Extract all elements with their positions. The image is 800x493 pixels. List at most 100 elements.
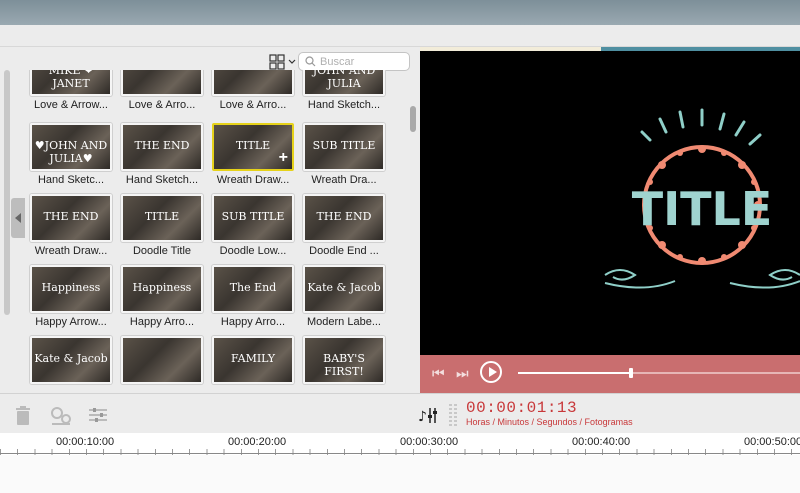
thumbnail-title-text: FAMILY <box>230 352 276 365</box>
title-template-tile[interactable]: TITLE + Wreath Draw... <box>210 123 296 191</box>
template-thumbnail[interactable]: Kate & Jacob <box>30 336 112 384</box>
thumbnail-title-text: THE END <box>43 210 99 223</box>
preview-viewer: TITLE <box>420 47 800 355</box>
title-template-tile[interactable]: SUB TITLE Wreath Dra... <box>301 123 387 191</box>
title-template-tile[interactable]: FAMILY <box>210 336 296 390</box>
search-icon <box>305 56 316 67</box>
ruler-label: 00:00:50:00 <box>744 436 800 448</box>
template-label: Modern Labe... <box>307 316 381 328</box>
titles-grid: MIKE ❤ JANET Love & Arrow... Love & Arro..… <box>28 70 408 390</box>
thumbnail-title-text: SUB TITLE <box>312 139 376 152</box>
template-thumbnail[interactable]: Happiness <box>30 265 112 313</box>
template-thumbnail[interactable]: THE END <box>30 194 112 242</box>
search-box[interactable] <box>298 52 410 71</box>
left-scrollbar[interactable] <box>4 70 10 315</box>
title-template-tile[interactable]: THE END Doodle End ... <box>301 194 387 262</box>
collapse-panel-button[interactable] <box>11 198 25 238</box>
desktop-background <box>0 0 800 25</box>
seek-bar[interactable] <box>518 368 800 378</box>
title-template-tile[interactable]: Love & Arro... <box>119 70 205 116</box>
template-thumbnail[interactable]: Happiness <box>121 265 203 313</box>
title-template-tile[interactable]: THE END Wreath Draw... <box>28 194 114 262</box>
skip-back-icon[interactable]: ⏮ <box>432 365 445 382</box>
template-label: Wreath Dra... <box>311 174 377 186</box>
title-template-tile[interactable]: THE END Hand Sketch... <box>119 123 205 191</box>
template-label: Hand Sketch... <box>307 99 381 111</box>
template-thumbnail[interactable]: MIKE ❤ JANET <box>30 70 112 96</box>
template-label: Love & Arro... <box>219 99 287 111</box>
template-label: Happy Arro... <box>220 316 286 328</box>
template-thumbnail[interactable]: SUB TITLE <box>212 194 294 242</box>
template-thumbnail[interactable]: BABY'S FIRST! <box>303 336 385 384</box>
thumbnail-title-text: TITLE <box>144 210 180 223</box>
preview-top-accent <box>601 47 800 51</box>
view-mode-button[interactable] <box>268 53 298 71</box>
template-label: Happy Arro... <box>129 316 195 328</box>
add-icon[interactable]: + <box>279 150 288 166</box>
title-template-tile[interactable] <box>119 336 205 390</box>
grid-view-icon <box>269 54 296 70</box>
template-thumbnail[interactable]: ♥JOHN AND JULIA♥ <box>30 123 112 171</box>
template-thumbnail[interactable]: JOHN AND JULIA <box>303 70 385 96</box>
template-thumbnail[interactable]: TITLE <box>121 194 203 242</box>
thumbnail-title-text: THE END <box>134 139 190 152</box>
timeline-track-area[interactable] <box>0 455 800 493</box>
template-thumbnail[interactable] <box>121 336 203 384</box>
template-thumbnail[interactable]: FAMILY <box>212 336 294 384</box>
adjust-sliders-icon[interactable] <box>88 406 108 424</box>
seek-progress <box>518 372 631 374</box>
template-label: Hand Sketc... <box>37 174 105 186</box>
template-thumbnail[interactable] <box>121 70 203 96</box>
title-template-tile[interactable]: Kate & Jacob <box>28 336 114 390</box>
thumbnail-title-text: THE END <box>316 210 372 223</box>
thumbnail-title-text: Kate & Jacob <box>307 281 381 294</box>
thumbnail-title-text: ♥JOHN AND JULIA♥ <box>34 139 108 165</box>
title-template-tile[interactable]: Happiness Happy Arrow... <box>28 265 114 333</box>
timecode-grip-icon <box>449 404 457 426</box>
template-thumbnail[interactable]: THE END <box>121 123 203 171</box>
template-thumbnail[interactable]: THE END <box>303 194 385 242</box>
thumbnail-title-text: MIKE ❤ JANET <box>48 70 94 90</box>
trash-icon[interactable] <box>14 406 32 426</box>
window-toolbar <box>0 25 800 47</box>
thumbnail-title-text: Happiness <box>41 281 101 294</box>
play-button[interactable] <box>480 361 502 383</box>
title-template-tile[interactable]: The End Happy Arro... <box>210 265 296 333</box>
title-template-tile[interactable]: Love & Arro... <box>210 70 296 116</box>
title-template-tile[interactable]: TITLE Doodle Title <box>119 194 205 262</box>
svg-text:♪: ♪ <box>418 409 427 424</box>
thumbnail-title-text: The End <box>229 281 277 294</box>
grid-scrollbar-thumb[interactable] <box>410 106 416 132</box>
template-label: Happy Arrow... <box>35 316 107 328</box>
audio-mixer-icon[interactable]: ♪ <box>418 406 440 424</box>
timecode-units-label: Horas / Minutos / Segundos / Fotogramas <box>466 417 633 427</box>
template-thumbnail[interactable]: Kate & Jacob <box>303 265 385 313</box>
title-template-tile[interactable]: Kate & Jacob Modern Labe... <box>301 265 387 333</box>
search-input[interactable] <box>320 55 400 68</box>
template-thumbnail[interactable]: The End <box>212 265 294 313</box>
title-template-tile[interactable]: ♥JOHN AND JULIA♥ Hand Sketc... <box>28 123 114 191</box>
preview-title-text: TITLE <box>632 182 773 236</box>
thumbnail-title-text: BABY'S FIRST! <box>323 352 365 378</box>
title-template-tile[interactable]: JOHN AND JULIA Hand Sketch... <box>301 70 387 116</box>
title-template-tile[interactable]: SUB TITLE Doodle Low... <box>210 194 296 262</box>
template-label: Doodle Title <box>132 245 192 257</box>
seek-handle[interactable] <box>628 368 633 378</box>
title-template-tile[interactable]: Happiness Happy Arro... <box>119 265 205 333</box>
title-template-tile[interactable]: BABY'S FIRST! <box>301 336 387 390</box>
ruler-baseline <box>0 453 800 454</box>
detach-audio-icon[interactable] <box>50 406 72 426</box>
template-label: Wreath Draw... <box>34 245 108 257</box>
timeline-ruler[interactable]: 00:00:10:00 00:00:20:00 00:00:30:00 00:0… <box>0 433 800 493</box>
template-thumbnail[interactable]: TITLE + <box>212 123 294 171</box>
thumbnail-title-text: SUB TITLE <box>221 210 285 223</box>
ruler-label: 00:00:20:00 <box>228 436 287 448</box>
ruler-label: 00:00:40:00 <box>572 436 631 448</box>
template-thumbnail[interactable]: SUB TITLE <box>303 123 385 171</box>
ruler-label: 00:00:10:00 <box>56 436 115 448</box>
template-thumbnail[interactable] <box>212 70 294 96</box>
thumbnail-title-text: Kate & Jacob <box>34 352 108 365</box>
template-label: Love & Arrow... <box>34 99 108 111</box>
title-template-tile[interactable]: MIKE ❤ JANET Love & Arrow... <box>28 70 114 116</box>
skip-forward-icon[interactable]: ⏭ <box>456 365 469 382</box>
